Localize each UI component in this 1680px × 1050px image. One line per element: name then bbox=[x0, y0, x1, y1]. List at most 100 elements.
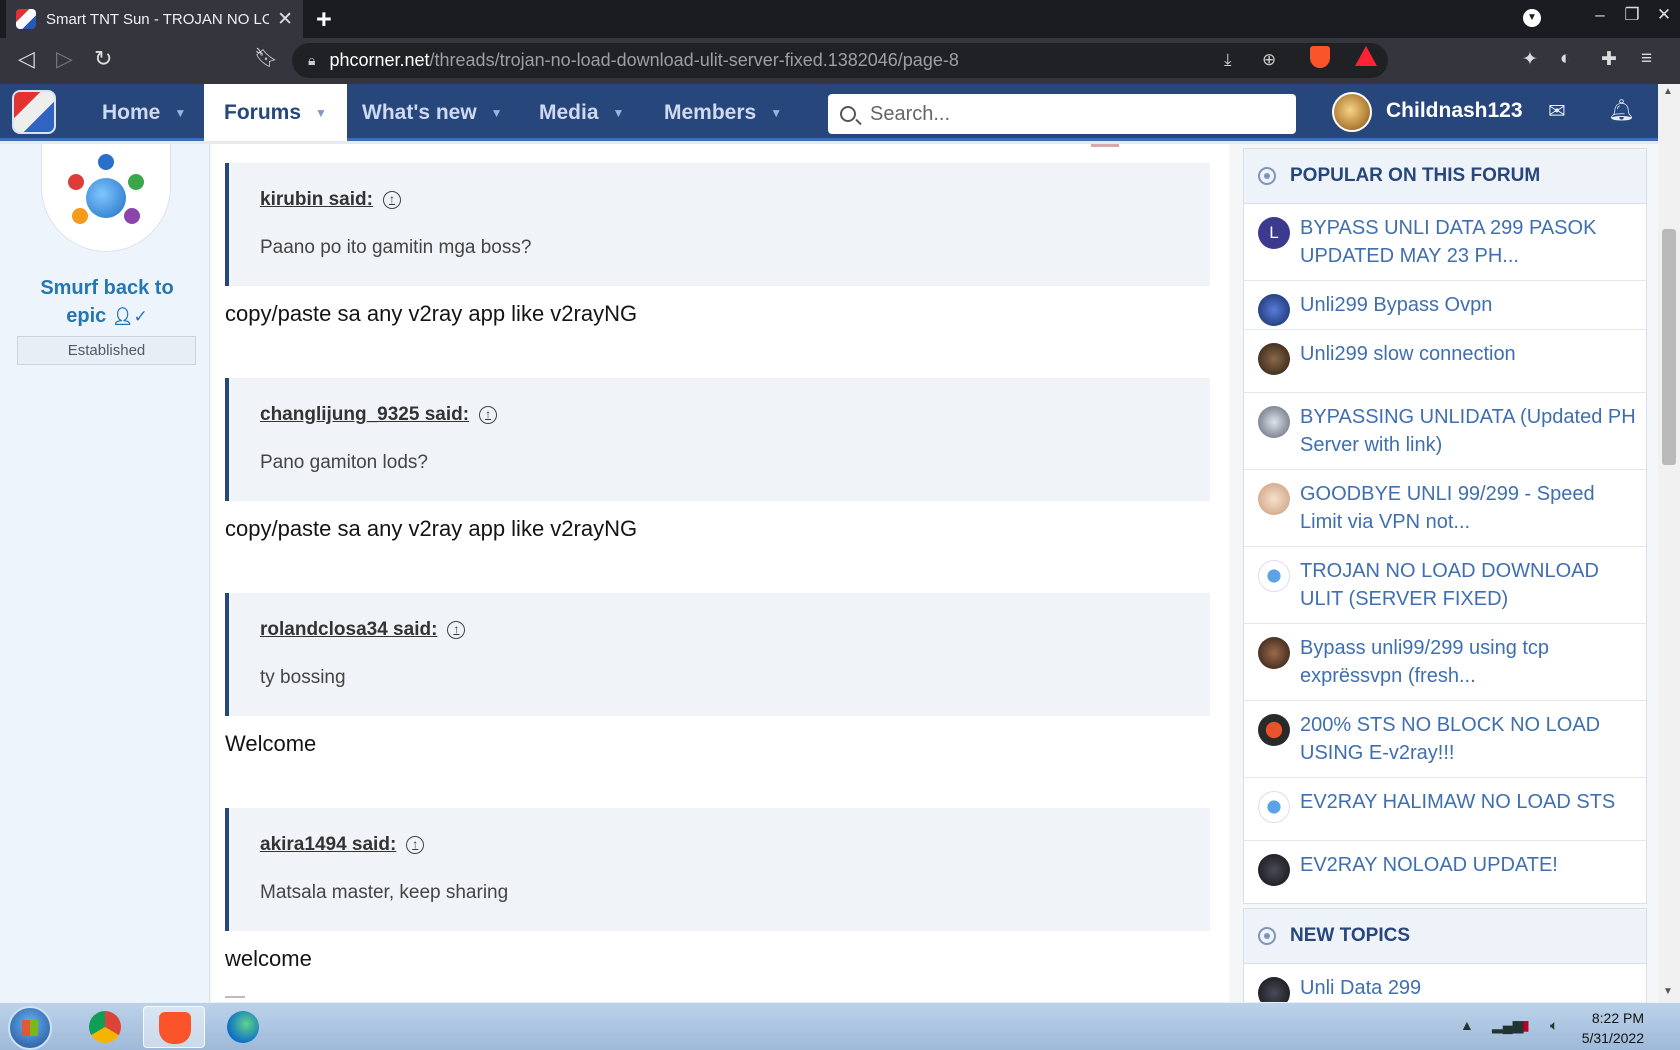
tab-title: Smart TNT Sun - TROJAN NO LOA bbox=[46, 10, 270, 28]
brave-shields-icon[interactable] bbox=[1310, 46, 1330, 68]
list-item[interactable]: Unli299 slow connection bbox=[1244, 330, 1646, 393]
list-item[interactable]: 200% STS NO BLOCK NO LOAD USING E-v2ray!… bbox=[1244, 701, 1646, 778]
taskbar: ▲ ▂▄▆ ▮ 🔈︎ 8:22 PM 5/31/2022 bbox=[0, 1002, 1680, 1050]
close-window-icon[interactable]: ✕ bbox=[1648, 5, 1680, 25]
user-avatar[interactable] bbox=[41, 144, 171, 252]
start-button[interactable] bbox=[8, 1006, 52, 1050]
avatar[interactable] bbox=[1258, 483, 1290, 515]
list-item[interactable]: Unli299 Bypass Ovpn bbox=[1244, 281, 1646, 330]
list-item-link[interactable]: Unli299 Bypass Ovpn bbox=[1300, 294, 1492, 316]
chevron-down-icon[interactable]: ▼ bbox=[770, 106, 782, 120]
scroll-down-icon[interactable]: ▼ bbox=[1663, 986, 1673, 997]
search-input[interactable]: Search... bbox=[828, 94, 1296, 134]
quote-author[interactable]: akira1494 said: ↑ bbox=[260, 834, 425, 856]
address-bar[interactable]: 🔒︎ phcorner.net /threads/trojan-no-load-… bbox=[292, 43, 1388, 78]
username[interactable]: Childnash123 bbox=[1386, 99, 1523, 123]
quote-author-text: rolandclosa34 said: bbox=[260, 619, 438, 640]
clock[interactable]: 8:22 PM 5/31/2022 bbox=[1582, 1008, 1644, 1048]
avatar[interactable] bbox=[1258, 560, 1290, 592]
arrow-up-circle-icon[interactable]: ↑ bbox=[447, 621, 466, 639]
bookmark-icon[interactable]: 🔖︎ bbox=[254, 46, 278, 70]
page-scrollbar[interactable]: ▲ ▼ bbox=[1658, 84, 1680, 1002]
avatar[interactable] bbox=[1258, 294, 1290, 326]
nav-home[interactable]: Home ▼ bbox=[102, 84, 186, 141]
list-item-link[interactable]: BYPASSING UNLIDATA (Updated PH Server wi… bbox=[1300, 406, 1636, 456]
taskbar-chrome[interactable] bbox=[74, 1006, 136, 1048]
avatar[interactable] bbox=[1258, 406, 1290, 438]
back-icon[interactable]: ◁ bbox=[18, 46, 35, 72]
nav-whats-new[interactable]: What's new ▼ bbox=[362, 84, 503, 141]
list-item-link[interactable]: 200% STS NO BLOCK NO LOAD USING E-v2ray!… bbox=[1300, 714, 1600, 764]
list-item-link[interactable]: BYPASS UNLI DATA 299 PASOK UPDATED MAY 2… bbox=[1300, 217, 1596, 267]
profile-extension-icon[interactable]: ◐ bbox=[1560, 48, 1571, 70]
restore-icon[interactable]: ❐ bbox=[1616, 5, 1648, 25]
scroll-up-icon[interactable]: ▲ bbox=[1663, 86, 1673, 97]
avatar[interactable] bbox=[1258, 637, 1290, 669]
reply-text: welcome bbox=[225, 946, 312, 971]
chevron-down-icon[interactable]: ▼ bbox=[174, 106, 186, 120]
nav-media[interactable]: Media ▼ bbox=[539, 84, 624, 141]
nav-forums[interactable]: Forums ▼ bbox=[204, 84, 347, 141]
avatar[interactable]: L bbox=[1258, 217, 1290, 249]
reload-icon[interactable]: ↻ bbox=[94, 46, 112, 72]
phcorner-logo-icon[interactable] bbox=[12, 90, 56, 134]
bell-icon[interactable]: 🔔︎ bbox=[1608, 99, 1635, 123]
minimize-icon[interactable]: – bbox=[1584, 5, 1616, 25]
list-item-link[interactable]: TROJAN NO LOAD DOWNLOAD ULIT (SERVER FIX… bbox=[1300, 560, 1599, 610]
chevron-down-icon[interactable]: ▼ bbox=[315, 106, 327, 120]
list-item[interactable]: L BYPASS UNLI DATA 299 PASOK UPDATED MAY… bbox=[1244, 204, 1646, 281]
avatar[interactable] bbox=[1258, 977, 1290, 1002]
network-icon[interactable]: ▂▄▆ bbox=[1492, 1017, 1523, 1034]
power-icon[interactable]: ▮ bbox=[1522, 1017, 1530, 1034]
taskbar-edge[interactable] bbox=[212, 1006, 274, 1048]
avatar[interactable] bbox=[1258, 343, 1290, 375]
browser-tab[interactable]: Smart TNT Sun - TROJAN NO LOA ✕ bbox=[6, 0, 303, 38]
show-hidden-icons-icon[interactable]: ▲ bbox=[1460, 1017, 1474, 1033]
avatar[interactable] bbox=[1258, 791, 1290, 823]
list-item-link[interactable]: Bypass unli99/299 using tcp exprëssvpn (… bbox=[1300, 637, 1549, 687]
quote-author[interactable]: kirubin said: ↑ bbox=[260, 189, 401, 211]
arrow-up-circle-icon[interactable]: ↑ bbox=[382, 191, 401, 209]
list-item[interactable]: EV2RAY NOLOAD UPDATE! bbox=[1244, 841, 1646, 903]
list-item-link[interactable]: EV2RAY HALIMAW NO LOAD STS bbox=[1300, 791, 1615, 813]
quote-author[interactable]: changlijung_9325 said: ↑ bbox=[260, 404, 498, 426]
brave-rewards-icon[interactable] bbox=[1355, 46, 1377, 66]
volume-icon[interactable]: 🔈︎ bbox=[1550, 1017, 1558, 1034]
tab-search-chevron-icon[interactable]: ▼ bbox=[1523, 9, 1541, 27]
puzzle-icon[interactable]: ✚ bbox=[1601, 48, 1617, 71]
zoom-icon[interactable]: ⊕ bbox=[1262, 50, 1276, 70]
nav-home-label: Home bbox=[102, 100, 161, 124]
taskbar-brave[interactable] bbox=[143, 1006, 205, 1048]
new-tab-button[interactable]: + bbox=[316, 4, 332, 35]
forward-icon[interactable]: ▷ bbox=[56, 46, 73, 72]
new-topics-title: NEW TOPICS bbox=[1290, 925, 1410, 946]
tab-close-icon[interactable]: ✕ bbox=[277, 8, 293, 31]
list-item[interactable]: GOODBYE UNLI 99/299 - Speed Limit via VP… bbox=[1244, 470, 1646, 547]
list-item-link[interactable]: Unli299 slow connection bbox=[1300, 343, 1516, 365]
list-item[interactable]: BYPASSING UNLIDATA (Updated PH Server wi… bbox=[1244, 393, 1646, 470]
install-icon[interactable]: ⤓ bbox=[1224, 50, 1232, 70]
arrow-up-circle-icon[interactable]: ↑ bbox=[406, 836, 425, 854]
avatar[interactable] bbox=[1332, 92, 1372, 132]
quote-author[interactable]: rolandclosa34 said: ↑ bbox=[260, 619, 466, 641]
list-item[interactable]: EV2RAY HALIMAW NO LOAD STS bbox=[1244, 778, 1646, 841]
envelope-icon[interactable]: ✉ bbox=[1548, 99, 1566, 124]
list-item-link[interactable]: Unli Data 299 bbox=[1300, 977, 1421, 999]
list-item-link[interactable]: EV2RAY NOLOAD UPDATE! bbox=[1300, 854, 1558, 876]
list-item[interactable]: TROJAN NO LOAD DOWNLOAD ULIT (SERVER FIX… bbox=[1244, 547, 1646, 624]
post-username[interactable]: Smurf back to epic 👤︎✓ bbox=[18, 274, 196, 331]
extension-icon[interactable]: ✦ bbox=[1522, 48, 1538, 71]
post-user-pane: Smurf back to epic 👤︎✓ Established bbox=[0, 144, 210, 1002]
list-item[interactable]: Unli Data 299 bbox=[1244, 964, 1646, 1002]
avatar[interactable] bbox=[1258, 714, 1290, 746]
menu-icon[interactable]: ≡ bbox=[1641, 48, 1652, 70]
scrollbar-thumb[interactable] bbox=[1662, 229, 1676, 465]
chevron-down-icon[interactable]: ▼ bbox=[491, 106, 503, 120]
arrow-up-circle-icon[interactable]: ↑ bbox=[479, 406, 498, 424]
list-item-link[interactable]: GOODBYE UNLI 99/299 - Speed Limit via VP… bbox=[1300, 483, 1595, 533]
lock-icon: 🔒︎ bbox=[308, 52, 316, 68]
avatar[interactable] bbox=[1258, 854, 1290, 886]
list-item[interactable]: Bypass unli99/299 using tcp exprëssvpn (… bbox=[1244, 624, 1646, 701]
nav-members[interactable]: Members ▼ bbox=[664, 84, 782, 141]
chevron-down-icon[interactable]: ▼ bbox=[613, 106, 625, 120]
